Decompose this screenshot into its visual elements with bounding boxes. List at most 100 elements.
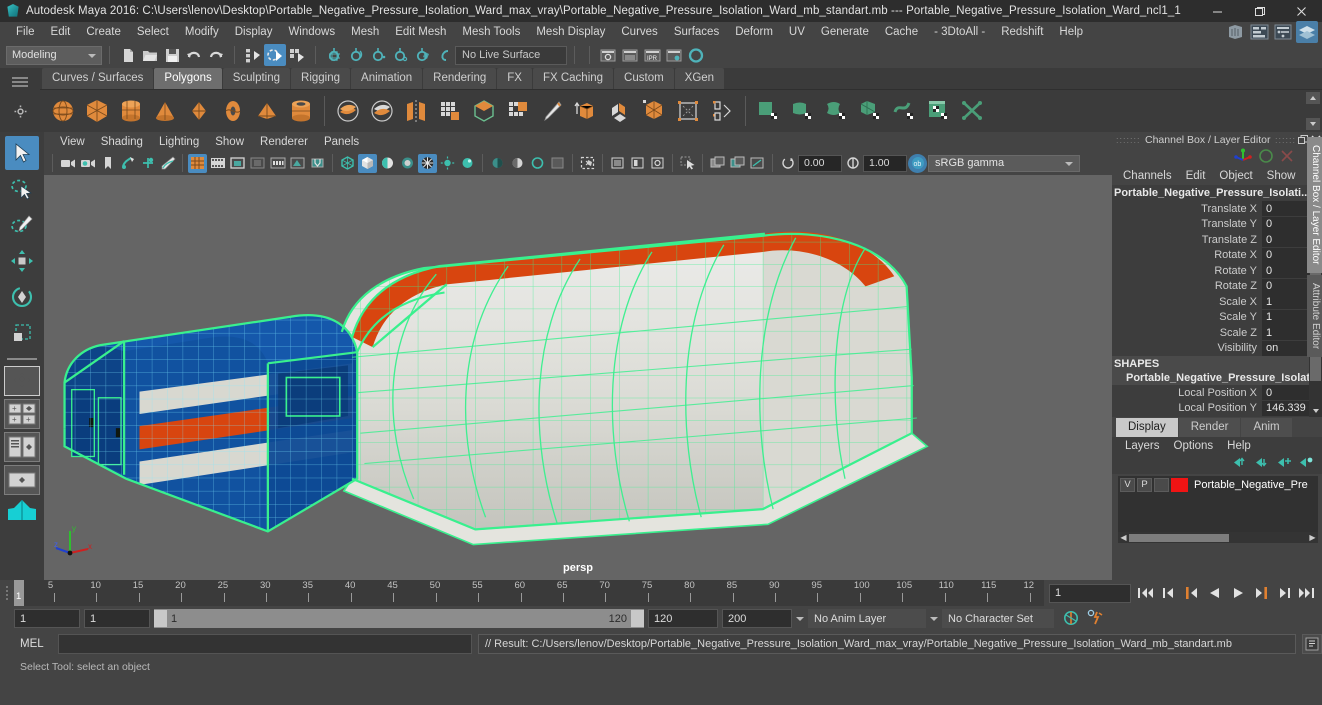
menu-uv[interactable]: UV [781, 22, 813, 42]
channel-box-menu-edit[interactable]: Edit [1179, 166, 1213, 186]
layer-playback-toggle[interactable]: P [1137, 477, 1152, 492]
channel-row[interactable]: Translate X 0 [1112, 201, 1322, 217]
shelf-scroll-down-icon[interactable] [1306, 118, 1320, 130]
scroll-down-icon[interactable] [1309, 404, 1322, 417]
shelf-options-gear-icon[interactable] [14, 105, 27, 121]
channel-row[interactable]: Visibility on [1112, 340, 1322, 357]
channel-row[interactable]: Rotate Z 0 [1112, 278, 1322, 295]
new-layer-from-selected-icon[interactable] [1299, 456, 1314, 472]
polygon-pipe-icon[interactable] [286, 95, 316, 127]
go-to-start-icon[interactable] [1136, 583, 1155, 603]
polygon-booleans-difference-icon[interactable] [367, 95, 397, 127]
maximize-icon[interactable] [1238, 0, 1280, 22]
step-back-key-icon[interactable] [1159, 583, 1178, 603]
channel-row[interactable]: Translate Y 0 [1112, 216, 1322, 233]
viewport-menu-view[interactable]: View [52, 132, 93, 152]
grid-icon[interactable] [188, 153, 207, 173]
hypershade-icon[interactable] [685, 44, 707, 66]
polygon-pyramid-icon[interactable] [252, 95, 282, 127]
snap-to-grid-icon[interactable] [323, 44, 345, 66]
menu-mesh-tools[interactable]: Mesh Tools [454, 22, 528, 42]
animation-preferences-icon[interactable] [1086, 609, 1104, 629]
save-scene-icon[interactable] [161, 44, 183, 66]
channel-box-menu-channels[interactable]: Channels [1116, 166, 1179, 186]
shelf-tab-custom[interactable]: Custom [614, 68, 674, 89]
move-tool[interactable] [5, 244, 39, 278]
menu-help[interactable]: Help [1051, 22, 1091, 42]
select-objects-icon[interactable] [678, 154, 697, 173]
polygon-plane-icon[interactable] [184, 95, 214, 127]
lasso-select-tool[interactable] [5, 172, 39, 206]
shelf-grip-handle[interactable] [12, 77, 28, 87]
layer-horizontal-scrollbar[interactable]: ◀ ▶ [1118, 532, 1318, 543]
viewport-menu-show[interactable]: Show [207, 132, 252, 152]
time-slider-grip[interactable] [0, 580, 14, 606]
color-management-toggle-icon[interactable]: ob [908, 153, 927, 173]
channel-row[interactable]: Rotate X 0 [1112, 247, 1322, 264]
four-view-layout[interactable]: + + + [4, 399, 40, 429]
move-layer-down-icon[interactable] [1255, 456, 1270, 472]
menu-generate[interactable]: Generate [813, 22, 877, 42]
grease-pencil-icon[interactable] [158, 154, 177, 173]
gamma-reset-icon[interactable] [843, 154, 862, 173]
uv-automatic-icon[interactable] [890, 95, 920, 127]
manipulator-axis-icon[interactable] [1234, 148, 1252, 167]
rotate-tool[interactable] [5, 280, 39, 314]
film-gate-icon[interactable] [208, 154, 227, 173]
shelf-tab-sculpting[interactable]: Sculpting [222, 68, 291, 89]
menu-file[interactable]: File [8, 22, 43, 42]
shadows-icon[interactable] [488, 154, 507, 173]
two-d-pan-zoom-icon[interactable] [138, 154, 157, 173]
current-time-indicator[interactable]: 1 [14, 580, 24, 606]
object-xray-icon[interactable] [708, 154, 727, 173]
viewport-menu-panels[interactable]: Panels [316, 132, 367, 152]
polygon-quad-draw-icon[interactable] [754, 95, 784, 127]
polygon-cube-icon[interactable] [82, 95, 112, 127]
snap-to-view-plane-icon[interactable] [411, 44, 433, 66]
menu-create[interactable]: Create [78, 22, 129, 42]
uv-cut-icon[interactable] [958, 95, 988, 127]
wireframe-on-shaded-icon[interactable] [418, 153, 437, 173]
menu-select[interactable]: Select [129, 22, 177, 42]
current-frame-field[interactable]: 1 [1049, 583, 1131, 603]
step-forward-frame-icon[interactable] [1251, 583, 1270, 603]
channel-row[interactable]: Local Position X 0 [1112, 385, 1322, 401]
select-camera-icon[interactable] [58, 154, 77, 173]
play-forwards-icon[interactable] [1228, 583, 1247, 603]
open-scene-icon[interactable] [139, 44, 161, 66]
viewport-menu-renderer[interactable]: Renderer [252, 132, 316, 152]
character-set-selector[interactable]: No Character Set [942, 609, 1054, 628]
hypershade-persp-layout[interactable] [4, 498, 40, 522]
layer-tab-render[interactable]: Render [1178, 418, 1241, 437]
polygon-cone-icon[interactable] [150, 95, 180, 127]
irpr-render-icon[interactable] [619, 44, 641, 66]
play-backwards-icon[interactable] [1205, 583, 1224, 603]
polygon-smooth-icon[interactable] [435, 95, 465, 127]
undo-icon[interactable] [183, 44, 205, 66]
step-back-frame-icon[interactable] [1182, 583, 1201, 603]
menu-mesh-display[interactable]: Mesh Display [528, 22, 613, 42]
auto-keyframe-icon[interactable] [1062, 609, 1080, 629]
menu-mesh[interactable]: Mesh [343, 22, 387, 42]
snap-to-curve-icon[interactable] [345, 44, 367, 66]
uv-spherical-icon[interactable] [856, 95, 886, 127]
motion-blur-icon[interactable] [528, 154, 547, 173]
scrollbar-thumb[interactable] [1129, 533, 1229, 542]
exposure-icon[interactable] [288, 154, 307, 173]
channel-row[interactable]: Scale X 1 [1112, 294, 1322, 310]
polygon-sphere-icon[interactable] [48, 95, 78, 127]
polygon-target-weld-icon[interactable] [707, 95, 737, 127]
shelf-tab-fx[interactable]: FX [497, 68, 532, 89]
anim-layer-selector[interactable]: No Anim Layer [808, 609, 926, 628]
channel-row[interactable]: Scale Y 1 [1112, 309, 1322, 326]
panel-grip-left[interactable]: ::::::: [1116, 135, 1141, 145]
select-by-component-icon[interactable] [286, 44, 308, 66]
range-end-field[interactable]: 120 [648, 609, 718, 628]
move-layer-up-icon[interactable] [1233, 456, 1248, 472]
viewport-menu-lighting[interactable]: Lighting [151, 132, 207, 152]
anim-layer-chevron-down-icon[interactable] [930, 616, 938, 621]
range-start-field[interactable]: 1 [84, 609, 150, 628]
manipulator-clear-icon[interactable] [1280, 149, 1294, 166]
gamma-value-field[interactable]: 1.00 [863, 154, 907, 172]
gate-mask-icon[interactable] [248, 154, 267, 173]
